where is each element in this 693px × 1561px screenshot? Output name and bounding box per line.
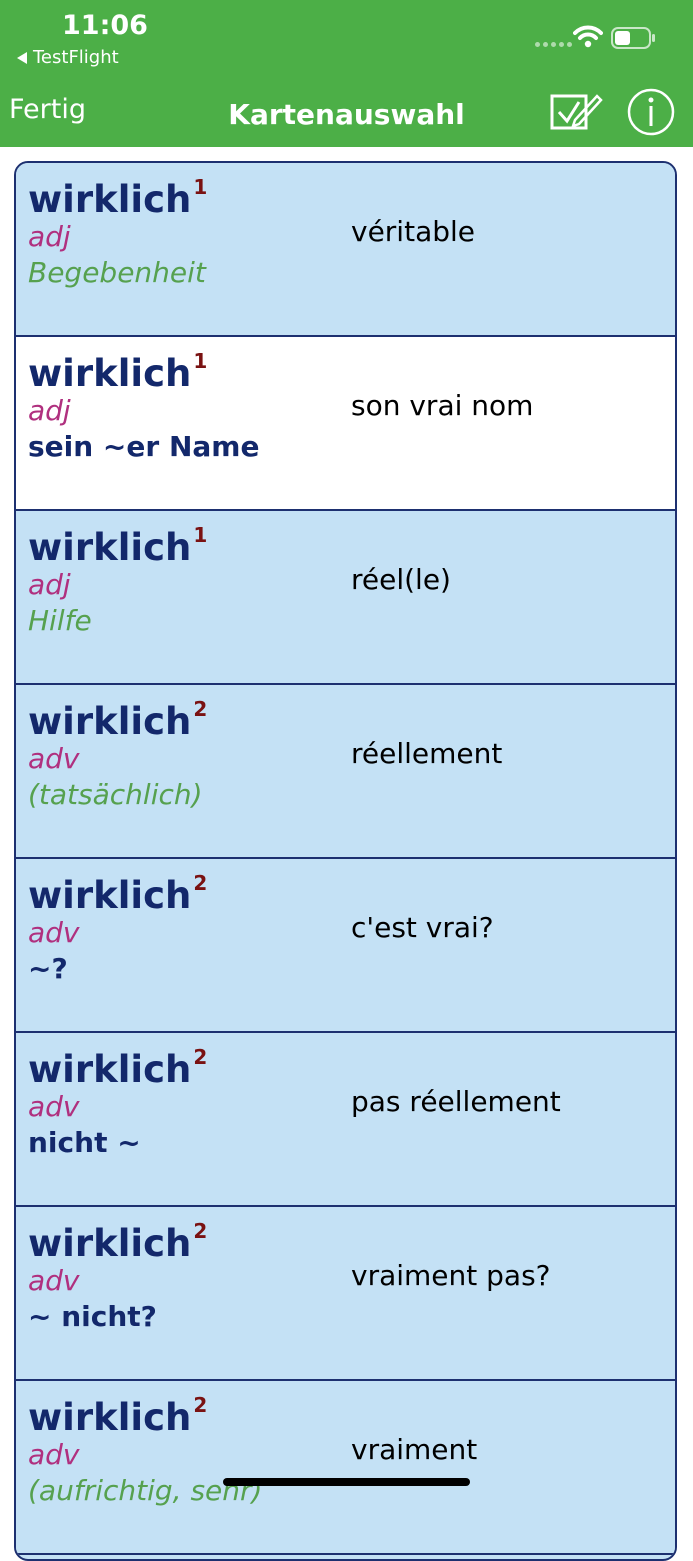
part-of-speech: adv — [28, 916, 80, 949]
part-of-speech: adv — [28, 1264, 80, 1297]
card-translation: véritable — [351, 215, 476, 248]
card-example: Hilfe — [28, 604, 92, 637]
home-indicator — [223, 1478, 470, 1486]
headword: wirklich 2 — [28, 1393, 208, 1439]
card-item[interactable]: wirklich 2 adv nicht ~ pas réellement — [16, 1033, 675, 1207]
card-translation: vraiment — [351, 1433, 478, 1466]
headword: wirklich 2 — [28, 1219, 208, 1265]
card-example: ~ nicht? — [28, 1300, 157, 1333]
card-item[interactable]: wirklich 2 adv ~ nicht? vraiment pas? — [16, 1207, 675, 1381]
headword: wirklich 2 — [28, 1045, 208, 1091]
signal-dots-icon — [535, 42, 572, 47]
nav-bar: 11:06 TestFlight Fertig Kartenauswahl — [0, 0, 693, 147]
card-translation: réellement — [351, 737, 503, 770]
card-item[interactable]: wirklich 1 adj Hilfe réel(le) — [16, 511, 675, 685]
sense-number: 2 — [193, 1045, 208, 1069]
card-item[interactable]: wirklich 2 adv (tatsächlich) réellement — [16, 685, 675, 859]
card-item[interactable]: wirklich 2 adv (aufrichtig, sehr) vraimen… — [16, 1381, 675, 1555]
card-list: wirklich 1 adj Begebenheit véritable wirk… — [14, 161, 677, 1561]
checkbox-pencil-icon[interactable] — [549, 90, 603, 134]
battery-icon — [611, 27, 655, 49]
back-app-label: TestFlight — [33, 47, 119, 68]
status-time: 11:06 — [62, 10, 148, 41]
sense-number: 2 — [193, 871, 208, 895]
part-of-speech: adj — [28, 220, 71, 253]
sense-number: 1 — [193, 175, 208, 199]
part-of-speech: adv — [28, 1090, 80, 1123]
card-translation: pas réellement — [351, 1085, 561, 1118]
part-of-speech: adj — [28, 568, 71, 601]
sense-number: 1 — [193, 523, 208, 547]
headword: wirklich 2 — [28, 697, 208, 743]
card-example: Begebenheit — [28, 256, 206, 289]
sense-number: 2 — [193, 1219, 208, 1243]
wifi-icon — [573, 25, 603, 48]
done-button[interactable]: Fertig — [9, 94, 86, 125]
info-circle-icon[interactable] — [626, 87, 676, 137]
sense-number: 2 — [193, 697, 208, 721]
card-example: ~? — [28, 952, 68, 985]
card-item[interactable]: wirklich 2 adv ~? c'est vrai? — [16, 859, 675, 1033]
headword: wirklich 1 — [28, 523, 208, 569]
headword: wirklich 1 — [28, 175, 208, 221]
card-example: sein ~er Name — [28, 430, 260, 463]
part-of-speech: adv — [28, 1438, 80, 1471]
card-example: nicht ~ — [28, 1126, 141, 1159]
triangle-left-icon — [17, 51, 27, 64]
card-item[interactable]: wirklich 1 adj sein ~er Name son vrai nom — [16, 337, 675, 511]
card-translation: c'est vrai? — [351, 911, 494, 944]
sense-number: 2 — [193, 1393, 208, 1417]
sense-number: 1 — [193, 349, 208, 373]
card-translation: réel(le) — [351, 563, 451, 596]
card-example: (tatsächlich) — [28, 778, 203, 811]
headword: wirklich 2 — [28, 871, 208, 917]
card-item[interactable]: wirklich 1 adj Begebenheit véritable — [16, 163, 675, 337]
card-translation: son vrai nom — [351, 389, 534, 422]
headword: wirklich 1 — [28, 349, 208, 395]
part-of-speech: adv — [28, 742, 80, 775]
part-of-speech: adj — [28, 394, 71, 427]
back-to-app-link[interactable]: TestFlight — [17, 47, 119, 68]
card-translation: vraiment pas? — [351, 1259, 551, 1292]
